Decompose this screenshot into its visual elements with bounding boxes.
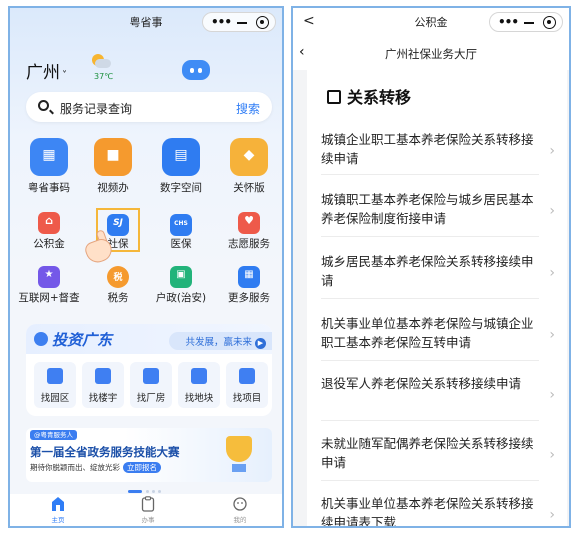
service-video[interactable]: 视频办: [78, 180, 148, 195]
list-item[interactable]: 城乡居民基本养老保险关系转移接续申请 ›: [321, 252, 555, 290]
service-yueshengshi-code[interactable]: 粤省事码: [14, 180, 84, 195]
list-item[interactable]: 未就业随军配偶养老保险关系转移接续申请 ›: [321, 434, 555, 472]
assistant-robot-icon[interactable]: [182, 56, 210, 82]
banner-action-button[interactable]: 立即报名: [123, 462, 161, 473]
transfer-list-card: 关系转移 城镇企业职工基本养老保险关系转移接续申请 › 城镇职工基本养老保险与城乡…: [307, 70, 567, 526]
digital-space-icon[interactable]: ▤: [162, 138, 200, 176]
home-icon: [52, 497, 64, 511]
list-item[interactable]: 城镇企业职工基本养老保险关系转移接续申请 ›: [321, 130, 555, 168]
park-icon: [47, 368, 63, 384]
invest-item-project[interactable]: 找项目: [226, 362, 268, 408]
chevron-right-icon: ›: [549, 327, 555, 343]
service-medical-insurance[interactable]: 医保: [146, 236, 216, 251]
banner-title: 第一届全省政务服务技能大赛: [30, 445, 180, 459]
list-item[interactable]: 城镇职工基本养老保险与城乡居民基本养老保险制度衔接申请 ›: [321, 190, 555, 228]
housing-fund-icon[interactable]: ⌂: [38, 212, 60, 234]
service-internet-inspection[interactable]: 互联网+督查: [14, 290, 84, 305]
chevron-right-icon: ›: [549, 143, 555, 159]
search-input[interactable]: 服务记录查询: [60, 100, 132, 117]
city-name: 广州: [26, 63, 60, 83]
building-icon: [95, 368, 111, 384]
arrow-right-icon: ▶: [255, 338, 266, 349]
trophy-base: [232, 464, 246, 472]
social-security-hall-screen: < 公积金 ••• ‹ 广州社保业务大厅 关系转移 城镇企业职工基本养老保险关系…: [291, 6, 571, 528]
tab-profile[interactable]: 我的: [210, 496, 270, 524]
transfer-icon: [327, 90, 341, 104]
list-item[interactable]: 退役军人养老保险关系转移接续申请 ›: [321, 374, 555, 403]
guangdong-app-home-screen: 粤省事 ••• 广州 ˅ 37℃ 服务记录查询 搜索 ▦ 粤省事码 ■ 视频办 ▤…: [8, 6, 284, 528]
chevron-right-icon: ›: [549, 203, 555, 219]
service-care-version[interactable]: 关怀版: [214, 180, 282, 195]
mini-program-capsule: •••: [489, 12, 563, 32]
list-item[interactable]: 机关事业单位基本养老保险关系转移接续申请表下载 ›: [321, 494, 555, 526]
invest-item-building[interactable]: 找楼宇: [82, 362, 124, 408]
medical-insurance-icon[interactable]: CHS: [170, 214, 192, 236]
chevron-right-icon: ›: [549, 507, 555, 523]
more-services-icon[interactable]: ▦: [238, 266, 260, 288]
care-version-icon[interactable]: ◆: [230, 138, 268, 176]
chevron-right-icon: ›: [549, 265, 555, 281]
service-digital-space[interactable]: 数字空间: [146, 180, 216, 195]
minimize-icon[interactable]: [237, 22, 247, 24]
yueshengshi-code-icon[interactable]: ▦: [30, 138, 68, 176]
service-more[interactable]: 更多服务: [214, 290, 282, 305]
project-icon: [239, 368, 255, 384]
chevron-down-icon: ˅: [62, 70, 67, 81]
top-bar: 粤省事 •••: [10, 8, 282, 36]
more-icon[interactable]: •••: [498, 15, 519, 29]
household-icon[interactable]: ▣: [170, 266, 192, 288]
invest-item-factory[interactable]: 找厂房: [130, 362, 172, 408]
factory-icon: [143, 368, 159, 384]
invest-item-land[interactable]: 找地块: [178, 362, 220, 408]
mini-program-capsule: •••: [202, 12, 276, 32]
bottom-tab-bar: 主页 办事 我的: [10, 494, 282, 526]
volunteer-icon[interactable]: ♥: [238, 212, 260, 234]
list-item[interactable]: 机关事业单位基本养老保险与城镇企业职工基本养老保险互转申请 ›: [321, 314, 555, 352]
temperature: 37℃: [94, 72, 114, 81]
invest-tag-link[interactable]: 共发展，赢未来 ▶: [169, 332, 272, 350]
service-tax[interactable]: 税务: [83, 290, 153, 305]
city-selector[interactable]: 广州 ˅: [26, 58, 67, 83]
service-housing-fund[interactable]: 公积金: [14, 236, 84, 251]
profile-face-icon: [233, 497, 247, 511]
tab-home[interactable]: 主页: [28, 496, 88, 524]
invest-title: 投资广东: [52, 331, 113, 349]
invest-logo-icon: [34, 332, 48, 346]
tab-services[interactable]: 办事: [118, 496, 178, 524]
tap-hand-icon: [80, 229, 116, 266]
tax-icon[interactable]: 税: [107, 266, 129, 288]
land-icon: [191, 368, 207, 384]
section-title: 关系转移: [327, 84, 411, 108]
banner-subtitle: 期待你脱颖而出、绽放光彩 立即报名: [30, 462, 161, 473]
invest-item-park[interactable]: 找园区: [34, 362, 76, 408]
page-title: 广州社保业务大厅: [385, 47, 477, 61]
search-button[interactable]: 搜索: [236, 100, 260, 117]
chevron-right-icon: ›: [549, 387, 555, 403]
service-volunteer[interactable]: 志愿服务: [214, 236, 282, 251]
contest-banner[interactable]: @粤青服务人 第一届全省政务服务技能大赛 期待你脱颖而出、绽放光彩 立即报名: [26, 428, 272, 482]
inspection-icon[interactable]: ★: [38, 266, 60, 288]
trophy-icon: [226, 436, 252, 462]
service-household[interactable]: 户政(治安): [146, 290, 216, 305]
top-bar: < 公积金 •••: [293, 8, 569, 36]
close-target-icon[interactable]: [256, 16, 269, 29]
banner-pill: @粤青服务人: [30, 430, 77, 440]
close-target-icon[interactable]: [543, 16, 556, 29]
page-header: ‹ 广州社保业务大厅: [293, 36, 569, 70]
clipboard-icon: [141, 496, 155, 512]
chevron-right-icon: ›: [549, 447, 555, 463]
invest-guangdong-card[interactable]: 投资广东 共发展，赢未来 ▶ 找园区 找楼宇 找厂房 找地块 找项目: [26, 324, 272, 416]
minimize-icon[interactable]: [524, 22, 534, 24]
video-service-icon[interactable]: ■: [94, 138, 132, 176]
search-bar[interactable]: 服务记录查询 搜索: [26, 92, 272, 122]
more-icon[interactable]: •••: [211, 15, 232, 29]
search-icon: [38, 100, 49, 111]
